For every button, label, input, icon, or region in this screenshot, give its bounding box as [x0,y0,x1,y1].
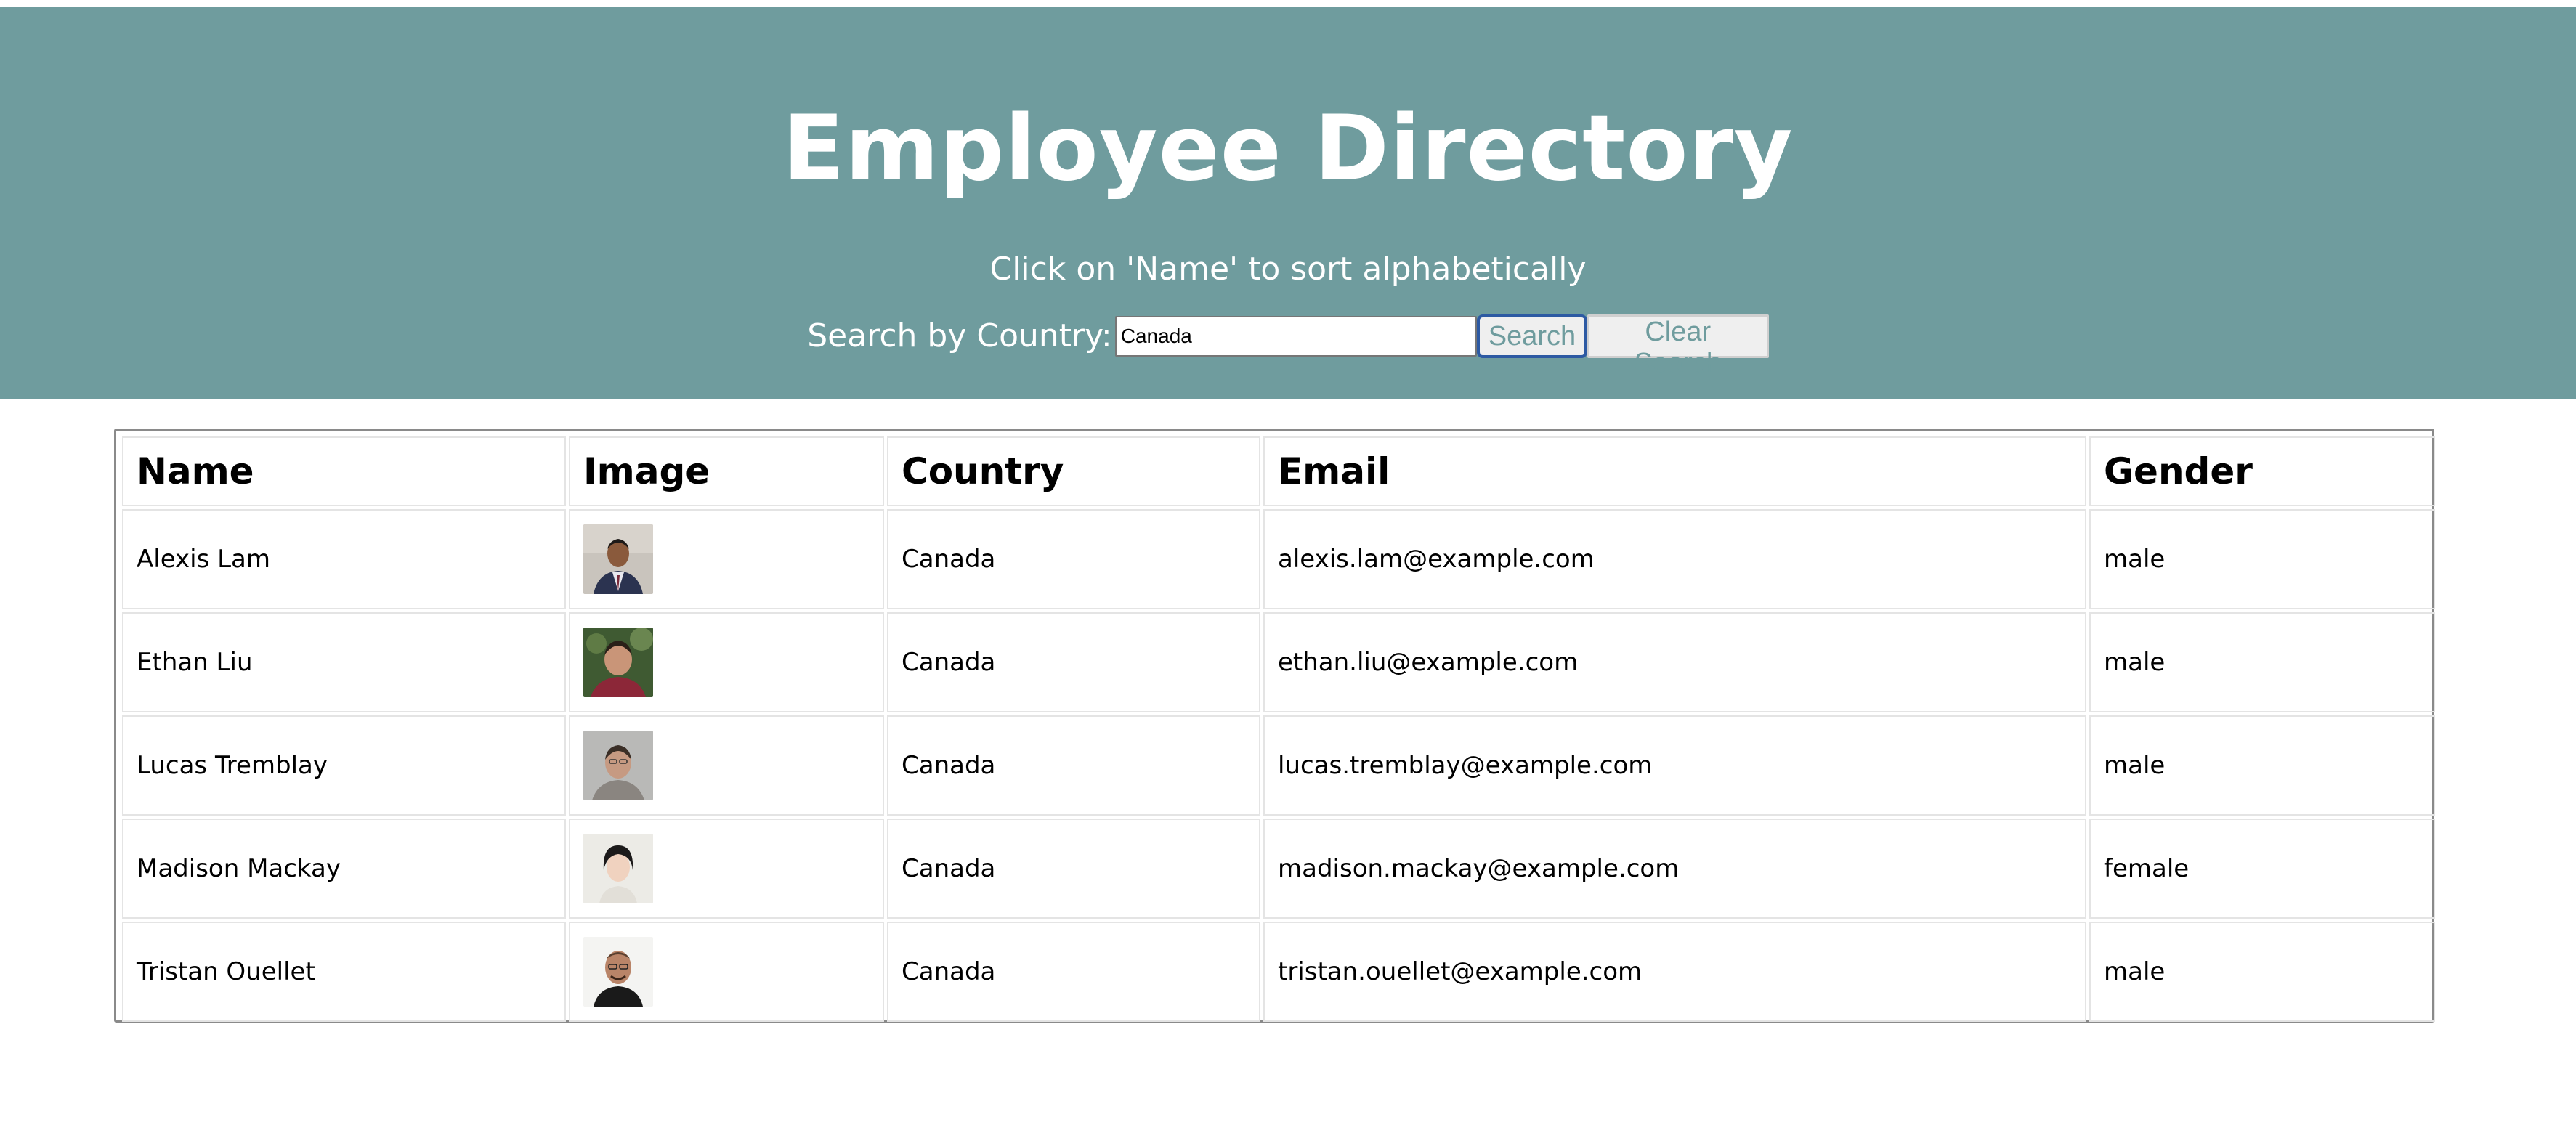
employee-table-container: Name Image Country Email Gender Alexis L… [114,429,2435,1023]
employee-country: Canada [887,612,1260,712]
employee-country: Canada [887,922,1260,1022]
employee-country: Canada [887,715,1260,816]
page-title: Employee Directory [782,97,1794,201]
employee-email: alexis.lam@example.com [1263,509,2086,609]
table-row: Madison Mackay Canada madison.mackay@exa… [122,819,2435,919]
table-row: Tristan Ouellet Canada tristan.ouellet@e… [122,922,2435,1022]
country-search-input[interactable] [1114,316,1477,357]
search-bar: Search by Country: Search Clear Search [0,313,2576,378]
avatar [583,834,653,903]
avatar [583,731,653,800]
search-button[interactable]: Search [1476,314,1587,358]
employee-gender: male [2089,509,2435,609]
search-label: Search by Country: [807,317,1112,354]
avatar [583,524,653,594]
employee-email: madison.mackay@example.com [1263,819,2086,919]
column-header-name[interactable]: Name [122,436,566,506]
sort-instructions: Click on 'Name' to sort alphabetically [989,251,1587,288]
employee-gender: male [2089,612,2435,712]
employee-gender: male [2089,922,2435,1022]
employee-name: Ethan Liu [122,612,566,712]
avatar [583,628,653,697]
employee-gender: female [2089,819,2435,919]
employee-name: Madison Mackay [122,819,566,919]
employee-name: Tristan Ouellet [122,922,566,1022]
column-header-country: Country [887,436,1260,506]
employee-gender: male [2089,715,2435,816]
employee-email: tristan.ouellet@example.com [1263,922,2086,1022]
employee-name: Alexis Lam [122,509,566,609]
employee-table: Name Image Country Email Gender Alexis L… [119,434,2438,1025]
table-header-row: Name Image Country Email Gender [122,436,2435,506]
page-header: Employee Directory Click on 'Name' to so… [0,7,2576,399]
avatar [583,937,653,1007]
employee-country: Canada [887,509,1260,609]
column-header-gender: Gender [2089,436,2435,506]
employee-email: lucas.tremblay@example.com [1263,715,2086,816]
column-header-email: Email [1263,436,2086,506]
table-row: Lucas Tremblay Canada lucas.tremblay@exa… [122,715,2435,816]
clear-search-button[interactable]: Clear Search [1587,314,1769,378]
table-row: Alexis Lam Canada alexis.lam@example.com… [122,509,2435,609]
employee-country: Canada [887,819,1260,919]
column-header-image: Image [569,436,884,506]
employee-email: ethan.liu@example.com [1263,612,2086,712]
employee-name: Lucas Tremblay [122,715,566,816]
table-row: Ethan Liu Canada ethan.liu@example.com m… [122,612,2435,712]
